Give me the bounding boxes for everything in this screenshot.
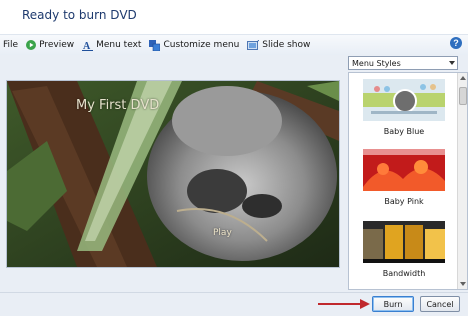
baby-pink-label: Baby Pink xyxy=(384,197,424,206)
customize-icon xyxy=(149,39,161,51)
baby-pink-thumbnail xyxy=(363,149,445,191)
annotation-arrow-icon xyxy=(318,299,370,309)
style-item-baby-blue[interactable]: Baby Blue xyxy=(363,79,445,136)
slide-show-icon xyxy=(247,39,260,50)
style-item-baby-pink[interactable]: Baby Pink xyxy=(363,149,445,206)
slide-show-label: Slide show xyxy=(262,40,311,50)
koala-photo xyxy=(7,81,339,267)
menu-styles-list: Baby Blue Baby Pink Bandwidth xyxy=(348,72,468,290)
styles-scrollbar[interactable] xyxy=(457,73,467,289)
menu-styles-dropdown[interactable]: Menu Styles xyxy=(348,56,458,70)
cancel-button[interactable]: Cancel xyxy=(420,296,460,312)
title-bar: Ready to burn DVD xyxy=(0,0,468,32)
bandwidth-label: Bandwidth xyxy=(382,269,426,278)
help-icon[interactable]: ? xyxy=(450,37,462,49)
play-menu-item[interactable]: Play xyxy=(213,228,232,238)
burn-button[interactable]: Burn xyxy=(372,296,414,312)
menu-text-label: Menu text xyxy=(96,40,142,50)
file-label: File xyxy=(3,40,19,50)
toolbar: File Preview A Menu text Customize menu … xyxy=(0,34,468,56)
menu-text-button[interactable]: A Menu text xyxy=(79,36,144,54)
preview-label: Preview xyxy=(39,40,75,50)
play-icon xyxy=(26,40,37,50)
preview-button[interactable]: Preview xyxy=(23,36,77,54)
text-format-icon: A xyxy=(82,41,94,51)
scroll-down-icon[interactable] xyxy=(460,282,466,286)
bandwidth-thumbnail xyxy=(363,221,445,263)
menu-preview xyxy=(6,80,340,268)
slide-show-button[interactable]: Slide show xyxy=(244,36,313,54)
style-item-bandwidth[interactable]: Bandwidth xyxy=(363,221,445,278)
customize-menu-label: Customize menu xyxy=(163,40,240,50)
scroll-up-icon[interactable] xyxy=(460,76,466,80)
baby-blue-thumbnail xyxy=(363,79,445,121)
window-title: Ready to burn DVD xyxy=(22,8,137,22)
svg-text:A: A xyxy=(83,41,91,51)
dvd-title-text: My First DVD xyxy=(76,98,160,113)
menu-styles-selected: Menu Styles xyxy=(352,58,401,68)
file-menu[interactable]: File xyxy=(0,36,21,54)
baby-blue-label: Baby Blue xyxy=(383,127,425,136)
customize-menu-button[interactable]: Customize menu xyxy=(146,36,242,54)
chevron-down-icon xyxy=(449,61,455,65)
scroll-thumb[interactable] xyxy=(459,87,467,105)
